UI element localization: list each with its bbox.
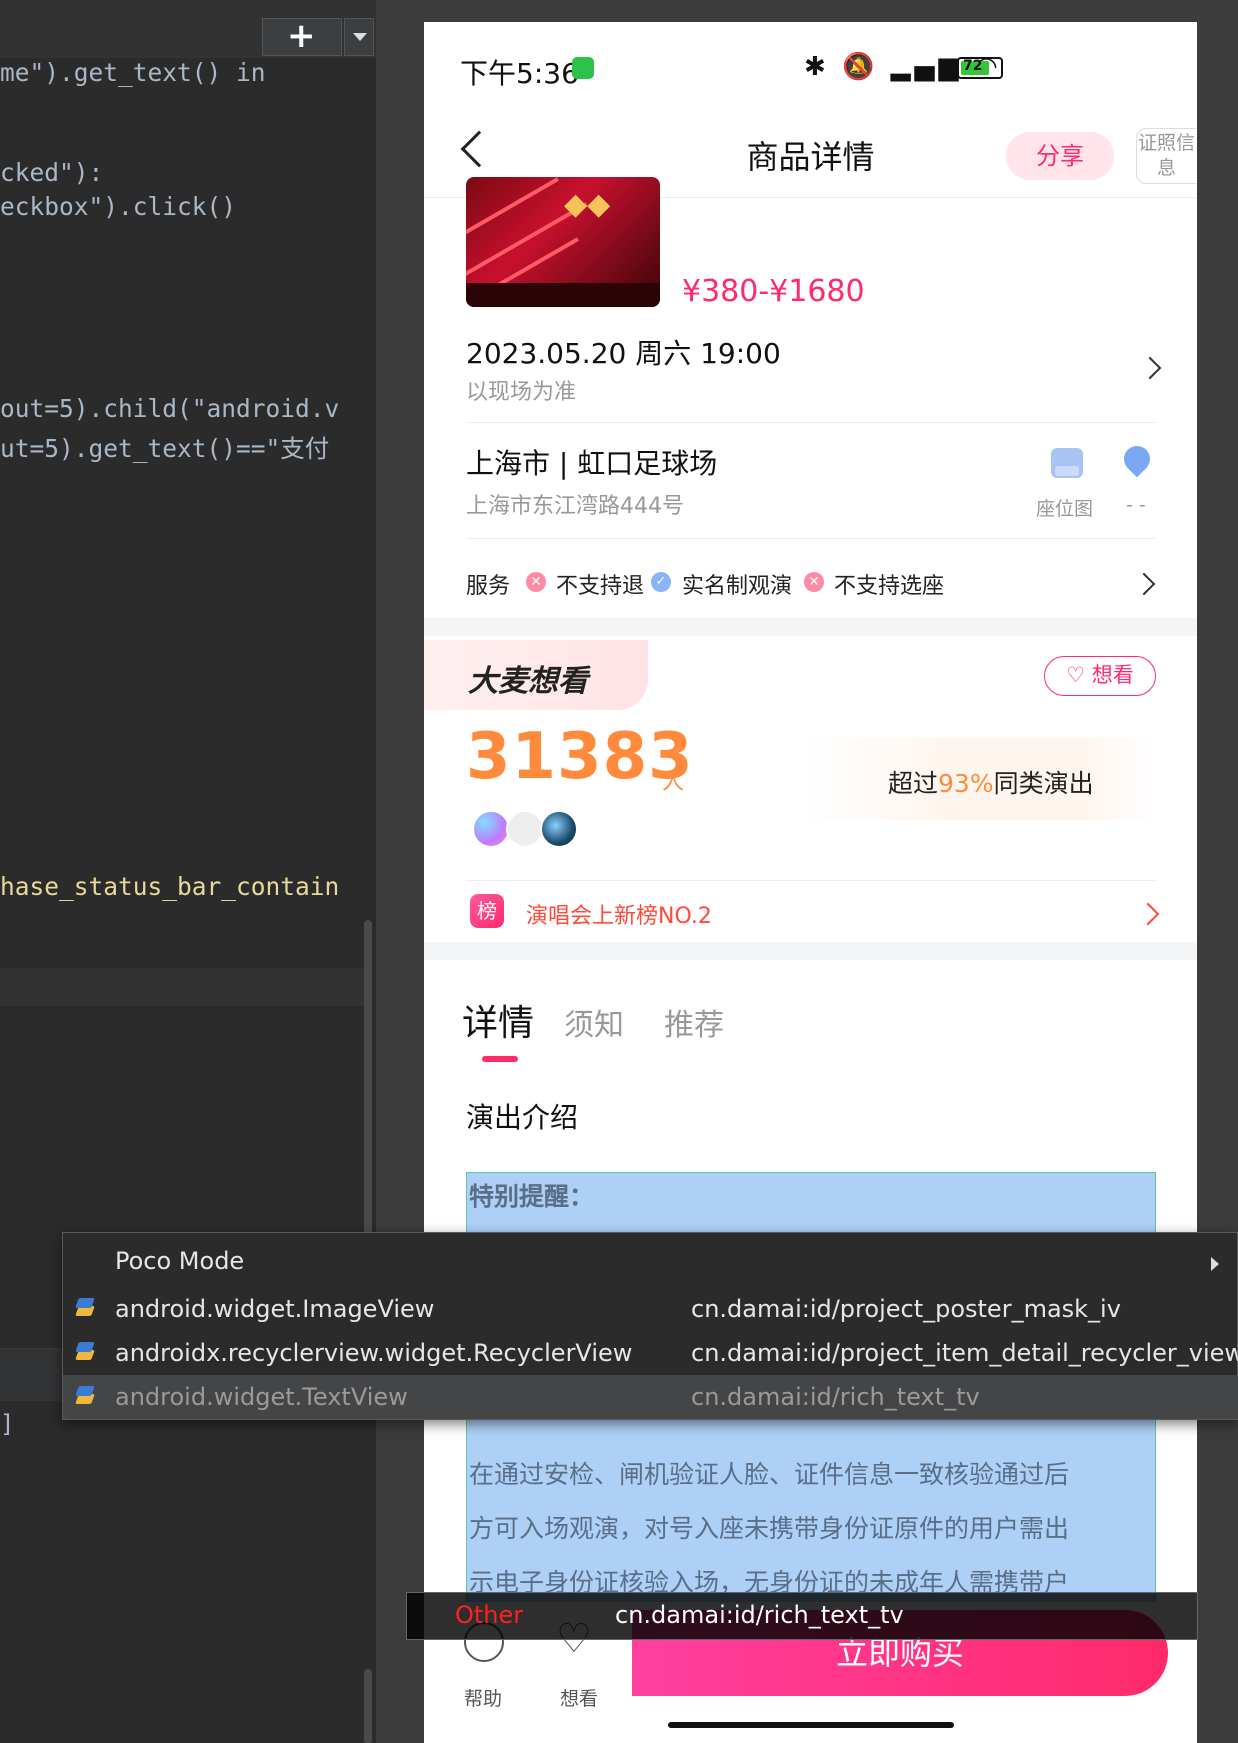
code-line[interactable]: cked"): bbox=[0, 158, 103, 187]
wechat-notification-icon bbox=[572, 57, 594, 79]
poster-stripe bbox=[466, 177, 559, 241]
chevron-right-icon[interactable] bbox=[1138, 356, 1162, 380]
poco-element-tooltip: Other cn.damai:id/rich_text_tv bbox=[406, 1592, 1198, 1640]
event-poster[interactable]: ◆◆ bbox=[466, 177, 660, 307]
rich-text-heading: 特别提醒： bbox=[469, 1182, 595, 1211]
screen: + me").get_text() in cked"): eckbox").cl… bbox=[0, 0, 1238, 1743]
home-indicator bbox=[668, 1722, 954, 1728]
code-editor[interactable]: + me").get_text() in cked"): eckbox").cl… bbox=[0, 0, 376, 1743]
tab-notice[interactable]: 须知 bbox=[564, 1000, 624, 1044]
location-pin-icon[interactable] bbox=[1118, 440, 1156, 478]
current-line-highlight bbox=[0, 968, 364, 1006]
tab-details[interactable]: 详情 bbox=[462, 994, 534, 1046]
battery-level: 72 bbox=[963, 58, 983, 74]
rich-text-line: 方可入场观演，对号入座未携带身份证原件的用户需出 bbox=[469, 1514, 1070, 1543]
layer-icon bbox=[75, 1386, 95, 1406]
code-line[interactable]: ut=5).get_text()=="支付 bbox=[0, 430, 329, 465]
avatar bbox=[472, 810, 510, 848]
service-item: 不支持退 bbox=[556, 574, 645, 599]
code-line[interactable]: eckbox").click() bbox=[0, 192, 236, 221]
add-button[interactable]: + bbox=[262, 18, 342, 56]
menu-item[interactable]: android.widget.ImageView cn.damai:id/pro… bbox=[63, 1287, 1238, 1331]
divider bbox=[466, 422, 1156, 423]
check-icon: ✓ bbox=[651, 572, 671, 592]
want-see-count: 31383 bbox=[466, 720, 694, 794]
tab-recommend[interactable]: 推荐 bbox=[664, 1000, 724, 1044]
exceed-prefix: 超过 bbox=[888, 769, 939, 798]
rich-text-line: 在通过安检、闸机验证人脸、证件信息一致核验通过后 bbox=[469, 1460, 1070, 1489]
divider bbox=[466, 880, 1156, 881]
divider bbox=[466, 538, 1156, 539]
menu-item-class: android.widget.TextView bbox=[115, 1383, 408, 1411]
code-line[interactable]: me").get_text() in bbox=[0, 58, 266, 87]
venue-address: 上海市东江湾路444号 bbox=[466, 494, 684, 519]
venue-name[interactable]: 上海市 | 虹口足球场 bbox=[466, 442, 717, 482]
menu-item-id: cn.damai:id/rich_text_tv bbox=[691, 1383, 980, 1411]
want-see-tag: 大麦想看 bbox=[468, 664, 588, 699]
menu-item-selected[interactable]: android.widget.TextView cn.damai:id/rich… bbox=[63, 1375, 1238, 1419]
exceed-percent: 93% bbox=[938, 769, 994, 798]
code-line[interactable]: hase_status_bar_contain bbox=[0, 872, 339, 901]
service-item: 实名制观演 bbox=[682, 574, 793, 599]
intro-title: 演出介绍 bbox=[466, 1101, 579, 1134]
menu-item-id: cn.damai:id/project_poster_mask_iv bbox=[691, 1295, 1121, 1323]
phone-screen[interactable]: 下午5:36 ✱ 🔕 ▂▄▆ ◠ 72 商品详情 分享 证照信息 ◆◆ ¥380… bbox=[424, 22, 1197, 1743]
share-button[interactable]: 分享 bbox=[1006, 132, 1114, 180]
cross-icon: ✕ bbox=[526, 572, 546, 592]
layer-icon bbox=[75, 1342, 95, 1362]
exceed-suffix: 同类演出 bbox=[993, 769, 1094, 798]
service-label: 服务 bbox=[466, 574, 511, 599]
price-range: ¥380-¥1680 bbox=[682, 274, 865, 309]
cross-icon: ✕ bbox=[804, 572, 824, 592]
dropdown-arrow-icon[interactable] bbox=[344, 18, 374, 56]
menu-item-class: android.widget.ImageView bbox=[115, 1295, 435, 1323]
layer-icon bbox=[75, 1298, 95, 1318]
service-item: 不支持选座 bbox=[834, 574, 945, 599]
chevron-right-icon[interactable] bbox=[1136, 902, 1160, 926]
service-row[interactable]: 服务 ✕ 不支持退 ✓ 实名制观演 ✕ 不支持选座 bbox=[466, 564, 1156, 604]
avatar bbox=[506, 810, 544, 848]
status-time: 下午5:36 bbox=[460, 57, 579, 90]
submenu-arrow-icon[interactable] bbox=[1211, 1257, 1219, 1271]
event-date-note: 以现场为准 bbox=[466, 380, 577, 405]
console-scrollbar[interactable] bbox=[364, 1669, 372, 1743]
code-line[interactable]: out=5).child("android.v bbox=[0, 394, 339, 423]
tooltip-type: Other bbox=[455, 1601, 524, 1629]
avatar bbox=[540, 810, 578, 848]
help-label[interactable]: 帮助 bbox=[464, 1684, 502, 1711]
exceed-text: 超过93%同类演出 bbox=[888, 764, 1094, 800]
menu-title[interactable]: Poco Mode bbox=[115, 1247, 244, 1275]
active-tab-indicator bbox=[482, 1056, 518, 1062]
console-text: ] bbox=[0, 1410, 15, 1438]
want-see-unit: 人 bbox=[662, 770, 685, 795]
chevron-right-icon[interactable] bbox=[1132, 572, 1156, 596]
event-date[interactable]: 2023.05.20 周六 19:00 bbox=[466, 332, 781, 372]
menu-item[interactable]: androidx.recyclerview.widget.RecyclerVie… bbox=[63, 1331, 1238, 1375]
poco-context-menu[interactable]: Poco Mode android.widget.ImageView cn.da… bbox=[62, 1232, 1238, 1420]
want-label[interactable]: 想看 bbox=[560, 1684, 598, 1711]
menu-item-id: cn.damai:id/project_item_detail_recycler… bbox=[691, 1339, 1238, 1367]
menu-item-class: androidx.recyclerview.widget.RecyclerVie… bbox=[115, 1339, 633, 1367]
status-bar: 下午5:36 ✱ 🔕 ▂▄▆ ◠ 72 bbox=[424, 22, 1197, 114]
rank-text[interactable]: 演唱会上新榜NO.2 bbox=[526, 898, 712, 930]
seat-map-label[interactable]: 座位图 bbox=[1036, 494, 1093, 521]
distance-label: - - bbox=[1126, 494, 1146, 516]
tooltip-resource-id: cn.damai:id/rich_text_tv bbox=[615, 1601, 904, 1629]
battery-icon: 72 bbox=[957, 57, 1003, 79]
rank-icon: 榜 bbox=[470, 894, 504, 928]
seat-map-icon[interactable] bbox=[1051, 448, 1083, 478]
section-separator bbox=[424, 618, 1197, 636]
poster-footer bbox=[466, 283, 660, 307]
section-separator bbox=[424, 942, 1197, 960]
certificate-button[interactable]: 证照信息 bbox=[1136, 128, 1196, 184]
want-see-button[interactable]: ♡ 想看 bbox=[1044, 656, 1156, 696]
poster-art: ◆◆ bbox=[564, 187, 611, 222]
